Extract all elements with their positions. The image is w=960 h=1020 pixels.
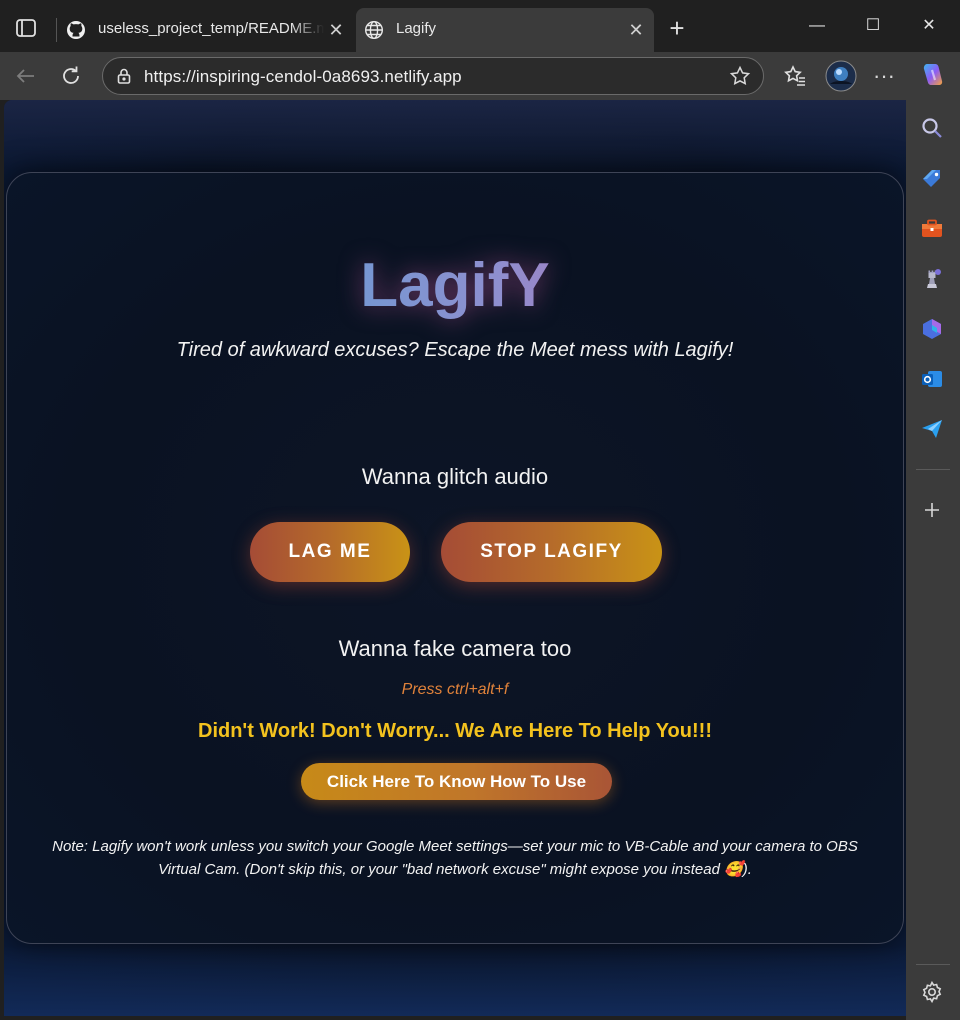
tab-actions-icon[interactable] (12, 16, 40, 40)
refresh-icon[interactable] (57, 62, 85, 90)
back-icon[interactable] (12, 62, 40, 90)
tab-separator (56, 18, 57, 42)
stop-lagify-button[interactable]: STOP LAGIFY (441, 522, 662, 582)
search-icon[interactable] (919, 115, 945, 141)
github-icon (66, 20, 86, 40)
close-tab-icon[interactable]: ✕ (626, 20, 646, 40)
copilot-app-icon[interactable] (919, 316, 945, 342)
send-paper-plane-icon[interactable] (919, 416, 945, 442)
add-icon[interactable] (919, 497, 945, 523)
sidebar-divider (916, 964, 950, 965)
minimize-button[interactable]: — (794, 10, 840, 42)
main-card: LagifY Tired of awkward excuses? Escape … (6, 172, 904, 944)
tab-lagify[interactable]: Lagify ✕ (356, 8, 654, 52)
maximize-button[interactable]: ☐ (850, 10, 896, 42)
audio-heading: Wanna glitch audio (361, 464, 549, 489)
settings-gear-icon[interactable] (919, 979, 945, 1005)
address-bar[interactable]: https://inspiring-cendol-0a8693.netlify.… (102, 57, 764, 95)
tab-title: Lagify (396, 20, 437, 37)
profile-avatar[interactable] (825, 60, 857, 92)
shortcut-hint: Press ctrl+alt+f (401, 681, 509, 698)
edge-sidebar (906, 100, 960, 1020)
tagline: Tired of awkward excuses? Escape the Mee… (176, 339, 734, 361)
new-tab-button[interactable]: + (664, 15, 690, 42)
camera-heading: Wanna fake camera too (338, 636, 572, 661)
close-tab-icon[interactable]: ✕ (326, 20, 346, 40)
games-chess-icon[interactable] (919, 266, 945, 292)
lag-me-button[interactable]: LAG ME (250, 522, 410, 582)
shopping-tag-icon[interactable] (919, 166, 945, 192)
tab-readme[interactable]: useless_project_temp/README.md ✕ (58, 8, 354, 52)
tab-title: useless_project_temp/README.md (98, 20, 324, 37)
favorite-star-icon[interactable] (729, 65, 751, 87)
help-message: Didn't Work! Don't Worry... We Are Here … (198, 720, 712, 742)
url-text[interactable]: https://inspiring-cendol-0a8693.netlify.… (144, 67, 462, 87)
app-logo: LagifY (7, 251, 903, 321)
more-options-icon[interactable]: ··· (870, 62, 898, 90)
close-window-button[interactable]: ✕ (906, 10, 952, 42)
favorites-icon[interactable] (781, 62, 809, 90)
copilot-icon[interactable] (918, 61, 946, 89)
outlook-icon[interactable] (919, 366, 945, 392)
globe-icon (364, 20, 384, 40)
sidebar-divider (916, 469, 950, 470)
tools-briefcase-icon[interactable] (919, 216, 945, 242)
navigation-bar: https://inspiring-cendol-0a8693.netlify.… (0, 52, 960, 100)
lock-icon[interactable] (115, 67, 133, 85)
how-to-use-button[interactable]: Click Here To Know How To Use (301, 763, 612, 800)
page-viewport: LagifY Tired of awkward excuses? Escape … (4, 100, 906, 1016)
tab-bar: useless_project_temp/README.md ✕ Lagify … (0, 0, 960, 52)
setup-note: Note: Lagify won't work unless you switc… (52, 838, 858, 878)
